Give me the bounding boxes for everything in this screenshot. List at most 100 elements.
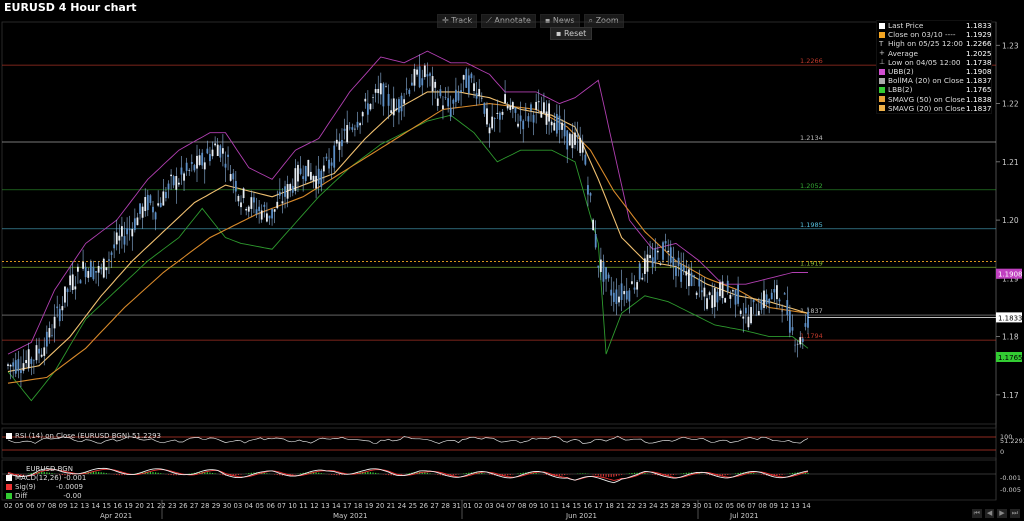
candle-body	[333, 145, 336, 168]
x-tick-label: 28	[441, 502, 450, 510]
candle-body	[607, 274, 610, 279]
x-tick-label: 14	[332, 502, 341, 510]
candle-body	[618, 296, 620, 303]
candle-body	[732, 290, 734, 292]
candle-body	[486, 108, 488, 125]
candle-body	[491, 116, 494, 129]
candle-body	[649, 255, 651, 259]
candle-body	[690, 272, 693, 286]
legend-swatch	[879, 77, 885, 84]
x-tick-label: 10	[540, 502, 549, 510]
candle-body	[53, 316, 56, 329]
candle-body	[488, 127, 491, 134]
candle-body	[708, 292, 711, 296]
candle-body	[778, 299, 781, 302]
candle-body	[356, 121, 359, 128]
candle-body	[750, 307, 752, 324]
candle-body	[281, 201, 284, 204]
candle-body	[20, 370, 22, 373]
scroll-prev-icon[interactable]: ◀	[984, 509, 995, 518]
x-tick-label: 03	[485, 502, 494, 510]
candle-body	[139, 203, 141, 214]
candle-body	[587, 185, 589, 195]
legend-swatch: T	[879, 39, 884, 48]
candle-body	[675, 267, 677, 276]
candle-body	[633, 287, 636, 290]
candle-body	[664, 241, 667, 244]
legend-label: LBB(2)	[888, 85, 913, 95]
candle-body	[682, 265, 685, 272]
candle-body	[752, 299, 755, 303]
candle-body	[209, 153, 211, 162]
candle-body	[258, 206, 261, 212]
x-tick-label: 30	[223, 502, 232, 510]
candle-body	[22, 363, 25, 371]
candle-body	[680, 263, 683, 282]
legend-swatch: +	[879, 49, 885, 58]
candle-body	[315, 175, 317, 189]
legend-value: 1.2266	[966, 39, 992, 49]
candle-body	[405, 88, 408, 90]
candle-body	[359, 123, 362, 126]
legend-item: UBB(2) 1.1908	[877, 67, 992, 77]
x-tick-label: 14	[91, 502, 100, 510]
x-tick-label: 01	[463, 502, 472, 510]
x-tick-label: 08	[518, 502, 527, 510]
candle-body	[9, 364, 12, 367]
x-tick-label: 13	[791, 502, 800, 510]
candle-body	[141, 206, 144, 218]
scroll-last-icon[interactable]: ⏭	[1009, 509, 1020, 518]
legend-value: 1.1833	[966, 21, 992, 30]
candle-body	[654, 248, 657, 263]
candle-body	[610, 289, 613, 296]
candle-body	[188, 169, 191, 171]
candle-body	[110, 252, 113, 255]
candle-body	[804, 323, 807, 327]
candle-body	[584, 154, 587, 165]
candle-body	[387, 93, 390, 106]
candle-body	[172, 176, 175, 186]
candle-body	[56, 306, 59, 309]
x-tick-label: 06	[26, 502, 35, 510]
candle-body	[568, 133, 571, 146]
x-tick-label: 04	[244, 502, 253, 510]
x-tick-label: 09	[59, 502, 68, 510]
candle-body	[768, 299, 771, 304]
candle-body	[631, 281, 633, 284]
legend-value: 1.2025	[966, 48, 992, 58]
candle-body	[185, 162, 188, 171]
candle-body	[429, 73, 431, 76]
legend-item: ⊥ Low on 04/05 12:00 1.1738	[877, 58, 992, 67]
candle-body	[662, 242, 664, 260]
x-tick-label: 18	[354, 502, 363, 510]
legend-label: Close on 03/10 ----	[888, 30, 956, 40]
legend-swatch	[879, 68, 885, 75]
candle-body	[364, 98, 367, 102]
candle-body	[149, 195, 152, 203]
chart-canvas[interactable]: 1.171.181.191.201.211.221.231.22661.2134…	[0, 0, 1024, 521]
candle-body	[646, 254, 649, 272]
scroll-next-icon[interactable]: ▶	[997, 509, 1007, 518]
candle-body	[757, 311, 760, 316]
month-label: Apr 2021	[100, 512, 132, 520]
candle-body	[651, 257, 654, 268]
candle-body	[271, 209, 273, 219]
candle-body	[84, 266, 87, 278]
candle-body	[636, 282, 639, 290]
legend-value: 1.1908	[966, 67, 992, 77]
candle-body	[416, 69, 418, 75]
candle-body	[392, 98, 395, 116]
candle-body	[444, 97, 447, 99]
candle-body	[592, 219, 595, 231]
candle-body	[35, 345, 38, 361]
candle-body	[221, 148, 224, 154]
scroll-controls: ⏮ ◀ ▶ ⏭	[971, 509, 1020, 518]
macd-panel-frame	[1, 459, 997, 501]
x-tick-label: 19	[124, 502, 133, 510]
candle-body	[317, 168, 320, 184]
x-tick-label: 11	[551, 502, 560, 510]
y-tick-label: 1.21	[1002, 158, 1019, 167]
candle-body	[499, 112, 501, 120]
scroll-first-icon[interactable]: ⏮	[971, 509, 982, 518]
candle-body	[522, 120, 525, 130]
